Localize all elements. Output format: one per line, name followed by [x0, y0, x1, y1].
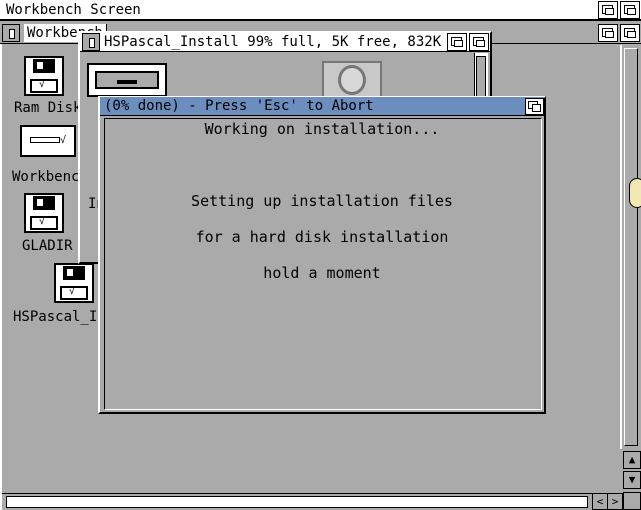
gladir-disk-label[interactable]: GLADIR	[22, 238, 73, 254]
workbench-close-gadget[interactable]	[2, 24, 20, 42]
ram-disk-icon[interactable]: √	[24, 56, 64, 96]
progress-window-title: (0% done) - Press 'Esc' to Abort	[104, 98, 374, 114]
progress-depth-gadget[interactable]	[525, 98, 544, 115]
hspascal-zoom-gadget[interactable]	[447, 33, 467, 51]
workbench-depth-gadget[interactable]	[620, 24, 640, 42]
disk-shutter-icon	[33, 59, 55, 73]
drawer-handle-icon	[117, 80, 137, 84]
ram-disk-label[interactable]: Ram Disk	[14, 100, 82, 116]
screen-depth-gadget[interactable]	[598, 1, 618, 19]
scroll-down-button[interactable]: ▼	[623, 471, 641, 489]
disk-shutter-icon	[33, 196, 55, 210]
zoom-front-icon	[627, 8, 636, 15]
depth-front-icon	[605, 8, 614, 15]
tool-circle-icon	[338, 65, 366, 95]
progress-line-3: hold a moment	[263, 264, 381, 282]
right-arrow-icon: >	[611, 495, 619, 508]
hsp-depth-front-icon	[476, 40, 485, 47]
progress-depth-front-icon	[532, 104, 541, 112]
scroll-up-button[interactable]: ▲	[623, 451, 641, 469]
hspascal-depth-gadget[interactable]	[469, 33, 489, 51]
up-arrow-icon: ▲	[628, 453, 636, 466]
hspascal-disk-label[interactable]: HSPascal_In	[13, 309, 106, 325]
screen-title: Workbench Screen	[6, 2, 141, 18]
drawer-icon[interactable]	[87, 63, 167, 97]
left-arrow-icon: <	[596, 495, 604, 508]
workbench-horizontal-scroll-knob[interactable]	[6, 496, 588, 508]
workbench-drive-icon[interactable]: √	[20, 125, 76, 157]
wb-zoom-front-icon	[605, 31, 614, 38]
window-size-gadget[interactable]	[623, 492, 641, 510]
workbench-vertical-scroll-knob[interactable]	[624, 48, 638, 446]
scroll-left-button[interactable]: <	[592, 493, 608, 510]
workbench-drive-label[interactable]: Workbench	[12, 169, 88, 185]
progress-line-2: for a hard disk installation	[195, 228, 449, 246]
scroll-right-button[interactable]: >	[607, 493, 623, 510]
progress-heading: Working on installation...	[204, 120, 440, 138]
hspascal-window-title: HSPascal_Install 99% full, 5K free, 832K	[104, 34, 442, 50]
disk-shutter-icon	[63, 266, 85, 280]
drive-slot-icon	[30, 137, 60, 143]
hsp-zoom-front-icon	[454, 40, 463, 47]
gladir-disk-icon[interactable]: √	[24, 193, 64, 233]
progress-line-1: Setting up installation files	[191, 192, 453, 210]
screen-zoom-gadget[interactable]	[620, 1, 640, 19]
workbench-zoom-gadget[interactable]	[598, 24, 618, 42]
hspascal-close-gadget[interactable]	[82, 33, 100, 51]
tool-icon[interactable]	[322, 61, 382, 99]
hspascal-disk-icon[interactable]: √	[54, 263, 94, 303]
wb-depth-front-icon	[627, 31, 636, 38]
offscreen-icon-partial[interactable]	[629, 178, 641, 208]
down-arrow-icon: ▼	[628, 473, 636, 486]
